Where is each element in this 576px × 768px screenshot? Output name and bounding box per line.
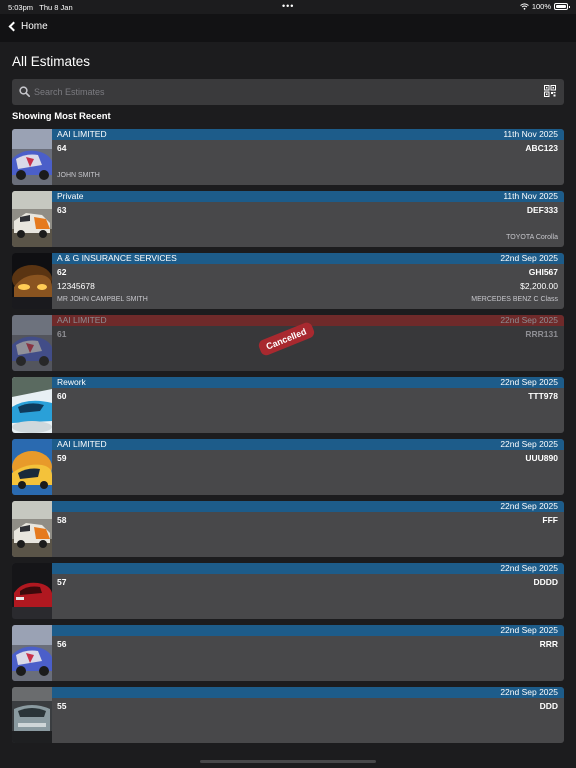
chevron-left-icon xyxy=(8,21,19,32)
vehicle-photo xyxy=(12,625,52,681)
estimate-number: 62 xyxy=(57,267,67,277)
search-icon xyxy=(19,86,30,97)
card-header-band xyxy=(52,191,564,202)
estimate-card[interactable]: 22nd Sep 2025 57 DDDD xyxy=(12,563,564,619)
vehicle-photo xyxy=(12,315,52,371)
back-button[interactable]: Home xyxy=(7,21,48,32)
status-date: Thu 8 Jan xyxy=(39,3,73,12)
estimate-amount: $2,200.00 xyxy=(520,281,558,291)
estimate-card[interactable]: AAI LIMITED 11th Nov 2025 64 ABC123 JOHN… xyxy=(12,129,564,185)
vehicle-registration: UUU890 xyxy=(525,453,558,463)
estimate-number: 64 xyxy=(57,143,67,153)
estimate-card[interactable]: 22nd Sep 2025 56 RRR xyxy=(12,625,564,681)
estimate-number: 58 xyxy=(57,515,67,525)
claim-reference: 12345678 xyxy=(57,281,95,291)
status-bar: 5:03pm Thu 8 Jan ••• 100% xyxy=(0,0,576,14)
status-time: 5:03pm Thu 8 Jan xyxy=(8,3,73,12)
multitasking-dots-icon[interactable]: ••• xyxy=(282,1,294,11)
vehicle-photo xyxy=(12,377,52,433)
estimate-number: 55 xyxy=(57,701,67,711)
insurer-name: A & G INSURANCE SERVICES xyxy=(57,253,177,263)
estimate-number: 59 xyxy=(57,453,67,463)
card-header-band xyxy=(52,563,564,574)
vehicle-model: MERCEDES BENZ C Class xyxy=(471,296,558,303)
estimate-card-cancelled[interactable]: AAI LIMITED 22nd Sep 2025 61 RRR131 Canc… xyxy=(12,315,564,371)
vehicle-photo xyxy=(12,253,52,309)
vehicle-registration: RRR131 xyxy=(525,329,558,339)
card-header-band xyxy=(52,377,564,388)
estimate-number: 60 xyxy=(57,391,67,401)
battery-percent: 100% xyxy=(531,2,551,11)
estimate-date: 22nd Sep 2025 xyxy=(500,439,558,449)
vehicle-photo xyxy=(12,129,52,185)
vehicle-registration: GHI567 xyxy=(528,267,558,277)
vehicle-photo xyxy=(12,439,52,495)
vehicle-photo xyxy=(12,563,52,619)
estimate-card[interactable]: Private 11th Nov 2025 63 DEF333 TOYOTA C… xyxy=(12,191,564,247)
home-indicator[interactable] xyxy=(200,760,376,763)
search-bar[interactable] xyxy=(12,79,564,105)
estimate-number: 61 xyxy=(57,329,67,339)
card-header-band xyxy=(52,625,564,636)
navigation-bar: Home xyxy=(0,14,576,42)
card-header-band xyxy=(52,501,564,512)
insurer-name: AAI LIMITED xyxy=(57,129,107,139)
estimate-card[interactable]: A & G INSURANCE SERVICES 22nd Sep 2025 6… xyxy=(12,253,564,309)
status-clock: 5:03pm xyxy=(8,3,34,12)
estimate-date: 11th Nov 2025 xyxy=(503,191,558,201)
estimate-number: 57 xyxy=(57,577,67,587)
estimate-card[interactable]: Rework 22nd Sep 2025 60 TTT978 xyxy=(12,377,564,433)
cancelled-badge: Cancelled xyxy=(257,320,316,358)
estimate-date: 22nd Sep 2025 xyxy=(500,625,558,635)
vehicle-registration: TTT978 xyxy=(528,391,558,401)
estimate-date: 22nd Sep 2025 xyxy=(500,315,558,325)
vehicle-photo xyxy=(12,501,52,557)
estimates-list: AAI LIMITED 11th Nov 2025 64 ABC123 JOHN… xyxy=(12,129,564,749)
estimate-date: 22nd Sep 2025 xyxy=(500,501,558,511)
vehicle-registration: DDD xyxy=(539,701,558,711)
page-title: All Estimates xyxy=(12,54,91,69)
insurer-name: AAI LIMITED xyxy=(57,439,107,449)
estimate-number: 56 xyxy=(57,639,67,649)
estimate-date: 22nd Sep 2025 xyxy=(500,687,558,697)
vehicle-photo xyxy=(12,191,52,247)
estimate-date: 22nd Sep 2025 xyxy=(500,563,558,573)
list-subheading: Showing Most Recent xyxy=(12,111,111,122)
vehicle-registration: DEF333 xyxy=(526,205,558,215)
vehicle-registration: ABC123 xyxy=(525,143,558,153)
vehicle-model: TOYOTA Corolla xyxy=(506,234,558,241)
status-indicators: 100% xyxy=(519,2,570,11)
customer-name: JOHN SMITH xyxy=(57,172,100,179)
qr-code-icon[interactable] xyxy=(544,85,556,97)
estimate-card[interactable]: AAI LIMITED 22nd Sep 2025 59 UUU890 xyxy=(12,439,564,495)
estimate-card[interactable]: 22nd Sep 2025 58 FFF xyxy=(12,501,564,557)
card-header-band xyxy=(52,439,564,450)
vehicle-registration: FFF xyxy=(542,515,558,525)
estimate-date: 22nd Sep 2025 xyxy=(500,377,558,387)
card-header-band xyxy=(52,687,564,698)
insurer-name: Rework xyxy=(57,377,86,387)
wifi-icon xyxy=(519,3,529,10)
insurer-name: AAI LIMITED xyxy=(57,315,107,325)
search-input[interactable] xyxy=(34,84,534,100)
customer-name: MR JOHN CAMPBEL SMITH xyxy=(57,296,148,303)
vehicle-registration: DDDD xyxy=(533,577,558,587)
estimate-number: 63 xyxy=(57,205,67,215)
vehicle-photo xyxy=(12,687,52,743)
estimate-card[interactable]: 22nd Sep 2025 55 DDD xyxy=(12,687,564,743)
card-header-band xyxy=(52,129,564,140)
vehicle-registration: RRR xyxy=(539,639,558,649)
back-button-label: Home xyxy=(21,21,48,32)
estimate-date: 22nd Sep 2025 xyxy=(500,253,558,263)
battery-icon xyxy=(554,3,570,10)
estimate-date: 11th Nov 2025 xyxy=(503,129,558,139)
insurer-name: Private xyxy=(57,191,84,201)
